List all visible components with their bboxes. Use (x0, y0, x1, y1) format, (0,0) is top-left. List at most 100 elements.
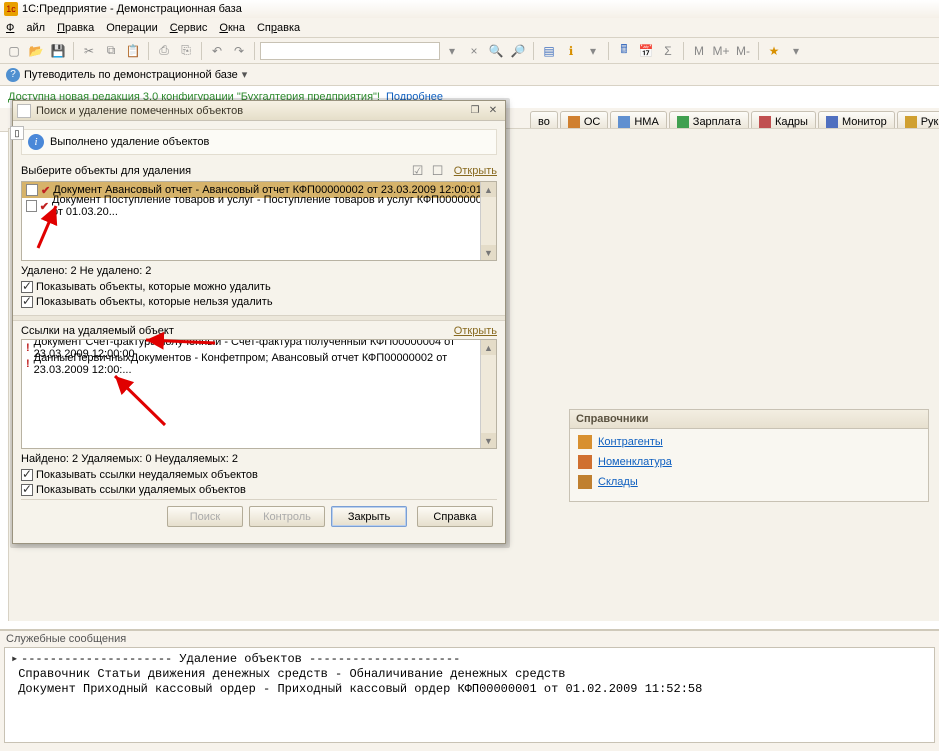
chk-show-refs-del[interactable]: Показывать ссылки удаляемых объектов (21, 484, 246, 496)
leader-icon (905, 116, 917, 128)
tb-mplus-icon[interactable]: M+ (711, 41, 731, 61)
list-item[interactable]: ! ДанныеПервичныхДокументов - Конфетпром… (22, 356, 496, 372)
scrollbar[interactable]: ▲ ▼ (480, 340, 496, 448)
objects-list[interactable]: ✔ Документ Авансовый отчет - Авансовый о… (21, 181, 497, 261)
ref-link[interactable]: Контрагенты (598, 436, 663, 448)
window-close-button[interactable]: ✕ (485, 104, 501, 118)
ref-item-contragents[interactable]: Контрагенты (578, 435, 920, 449)
tb-open-icon[interactable]: 📂 (26, 41, 46, 61)
menu-service[interactable]: Сервис (170, 22, 208, 34)
monitor-icon (826, 116, 838, 128)
button-row: Поиск Контроль Закрыть Справка (21, 499, 497, 527)
tb-save-icon[interactable]: 💾 (48, 41, 68, 61)
tb-cut-icon[interactable]: ✂ (79, 41, 99, 61)
tb-copy-icon[interactable]: ⧉ (101, 41, 121, 61)
kadry-icon (759, 116, 771, 128)
msg-line: Документ Приходный кассовый ордер - Прих… (18, 682, 702, 696)
menu-operations[interactable]: Операции (106, 22, 157, 34)
separator (254, 42, 255, 60)
close-button[interactable]: Закрыть (331, 506, 407, 527)
scrollbar[interactable]: ▲ ▼ (480, 182, 496, 260)
app-logo-icon: 1c (4, 2, 18, 16)
checkbox[interactable] (26, 200, 37, 212)
ref-link[interactable]: Номенклатура (598, 456, 672, 468)
menu-help[interactable]: Справка (257, 22, 300, 34)
scroll-down-icon[interactable]: ▼ (481, 433, 496, 448)
tb-preview-icon[interactable]: ⎘ (176, 41, 196, 61)
tb-dropdown-icon[interactable]: ▾ (442, 41, 462, 61)
chk-show-refs-nondel[interactable]: Показывать ссылки неудаляемых объектов (21, 469, 258, 481)
ref-item-nomenclature[interactable]: Номенклатура (578, 455, 920, 469)
info-text: Выполнено удаление объектов (50, 136, 209, 148)
dialog-titlebar[interactable]: Поиск и удаление помеченных объектов ❐ ✕ (13, 101, 505, 121)
separator (758, 42, 759, 60)
help-button[interactable]: Справка (417, 506, 493, 527)
tb-star-icon[interactable]: ★ (764, 41, 784, 61)
tb-m-icon[interactable]: M (689, 41, 709, 61)
checkbox-icon[interactable] (21, 469, 33, 481)
list-item[interactable]: ✔ Документ Поступление товаров и услуг -… (22, 198, 496, 214)
side-panel-references: Справочники Контрагенты Номенклатура Скл… (569, 409, 929, 502)
uncheck-all-icon[interactable]: ☐ (432, 163, 448, 179)
tb-mminus-icon[interactable]: M- (733, 41, 753, 61)
menu-windows[interactable]: Окна (219, 22, 245, 34)
cube-icon (578, 455, 592, 469)
menu-file[interactable]: Файл (6, 22, 45, 34)
house-icon (578, 475, 592, 489)
tb-new-icon[interactable]: ▢ (4, 41, 24, 61)
checkbox-icon[interactable] (21, 281, 33, 293)
tb-findnext-icon[interactable]: 🔎 (508, 41, 528, 61)
app-title: 1С:Предприятие - Демонстрационная база (22, 3, 242, 15)
scroll-down-icon[interactable]: ▼ (481, 245, 496, 260)
tb-props-icon[interactable]: ▤ (539, 41, 559, 61)
ref-link[interactable]: Склады (598, 476, 638, 488)
refs-list[interactable]: ! Документ Счет-фактура полученный - Сче… (21, 339, 497, 449)
checkbox[interactable] (26, 184, 38, 196)
book-icon (578, 435, 592, 449)
ref-item-warehouses[interactable]: Склады (578, 475, 920, 489)
menu-edit[interactable]: Правка (57, 22, 94, 34)
collapsed-tab[interactable]: ▯ (10, 126, 24, 140)
tb-dropdown2-icon[interactable]: ▾ (786, 41, 806, 61)
chk-show-deletable[interactable]: Показывать объекты, которые можно удалит… (21, 281, 271, 293)
window-restore-button[interactable]: ❐ (467, 104, 483, 118)
guide-label[interactable]: Путеводитель по демонстрационной базе (24, 69, 238, 81)
mark-icon: ✔ (40, 200, 49, 213)
tb-drop-icon[interactable]: ▾ (583, 41, 603, 61)
tb-sum-icon[interactable]: Σ (658, 41, 678, 61)
check-all-icon[interactable]: ☑ (412, 163, 428, 179)
tb-search-combo[interactable] (260, 42, 440, 60)
separator (533, 42, 534, 60)
separator (201, 42, 202, 60)
refs-label: Ссылки на удаляемый объект (21, 325, 174, 337)
zarp-icon (677, 116, 689, 128)
search-button[interactable]: Поиск (167, 506, 243, 527)
messages-title: Служебные сообщения (0, 631, 939, 647)
msg-line: Справочник Статьи движения денежных сред… (18, 667, 565, 681)
item-text: Документ Поступление товаров и услуг - П… (52, 194, 492, 218)
checkbox-icon[interactable] (21, 484, 33, 496)
titlebar: 1c 1С:Предприятие - Демонстрационная баз… (0, 0, 939, 18)
tb-calendar-icon[interactable]: 📅 (636, 41, 656, 61)
tb-paste-icon[interactable]: 📋 (123, 41, 143, 61)
mark-icon: ✔ (41, 184, 50, 197)
control-button[interactable]: Контроль (249, 506, 325, 527)
tb-info-icon[interactable]: ℹ (561, 41, 581, 61)
tb-print-icon[interactable]: ⎙ (154, 41, 174, 61)
select-label: Выберите объекты для удаления (21, 165, 191, 177)
tb-undo-icon[interactable]: ↶ (207, 41, 227, 61)
chk-show-nondeletable[interactable]: Показывать объекты, которые нельзя удали… (21, 296, 273, 308)
open-link-top[interactable]: Открыть (454, 165, 497, 177)
tb-find-icon[interactable]: 🔍 (486, 41, 506, 61)
messages-body[interactable]: ▸--------------------- Удаление объектов… (4, 647, 935, 743)
nma-icon (618, 116, 630, 128)
tb-redo-icon[interactable]: ↷ (229, 41, 249, 61)
checkbox-icon[interactable] (21, 296, 33, 308)
tb-calc-icon[interactable]: 🖩 (614, 41, 634, 61)
scroll-up-icon[interactable]: ▲ (481, 340, 496, 355)
side-panel-header: Справочники (570, 410, 928, 429)
guide-dropdown-icon[interactable]: ▾ (242, 68, 248, 81)
scroll-up-icon[interactable]: ▲ (481, 182, 496, 197)
tb-clear-icon[interactable]: × (464, 41, 484, 61)
open-link-refs[interactable]: Открыть (454, 325, 497, 337)
